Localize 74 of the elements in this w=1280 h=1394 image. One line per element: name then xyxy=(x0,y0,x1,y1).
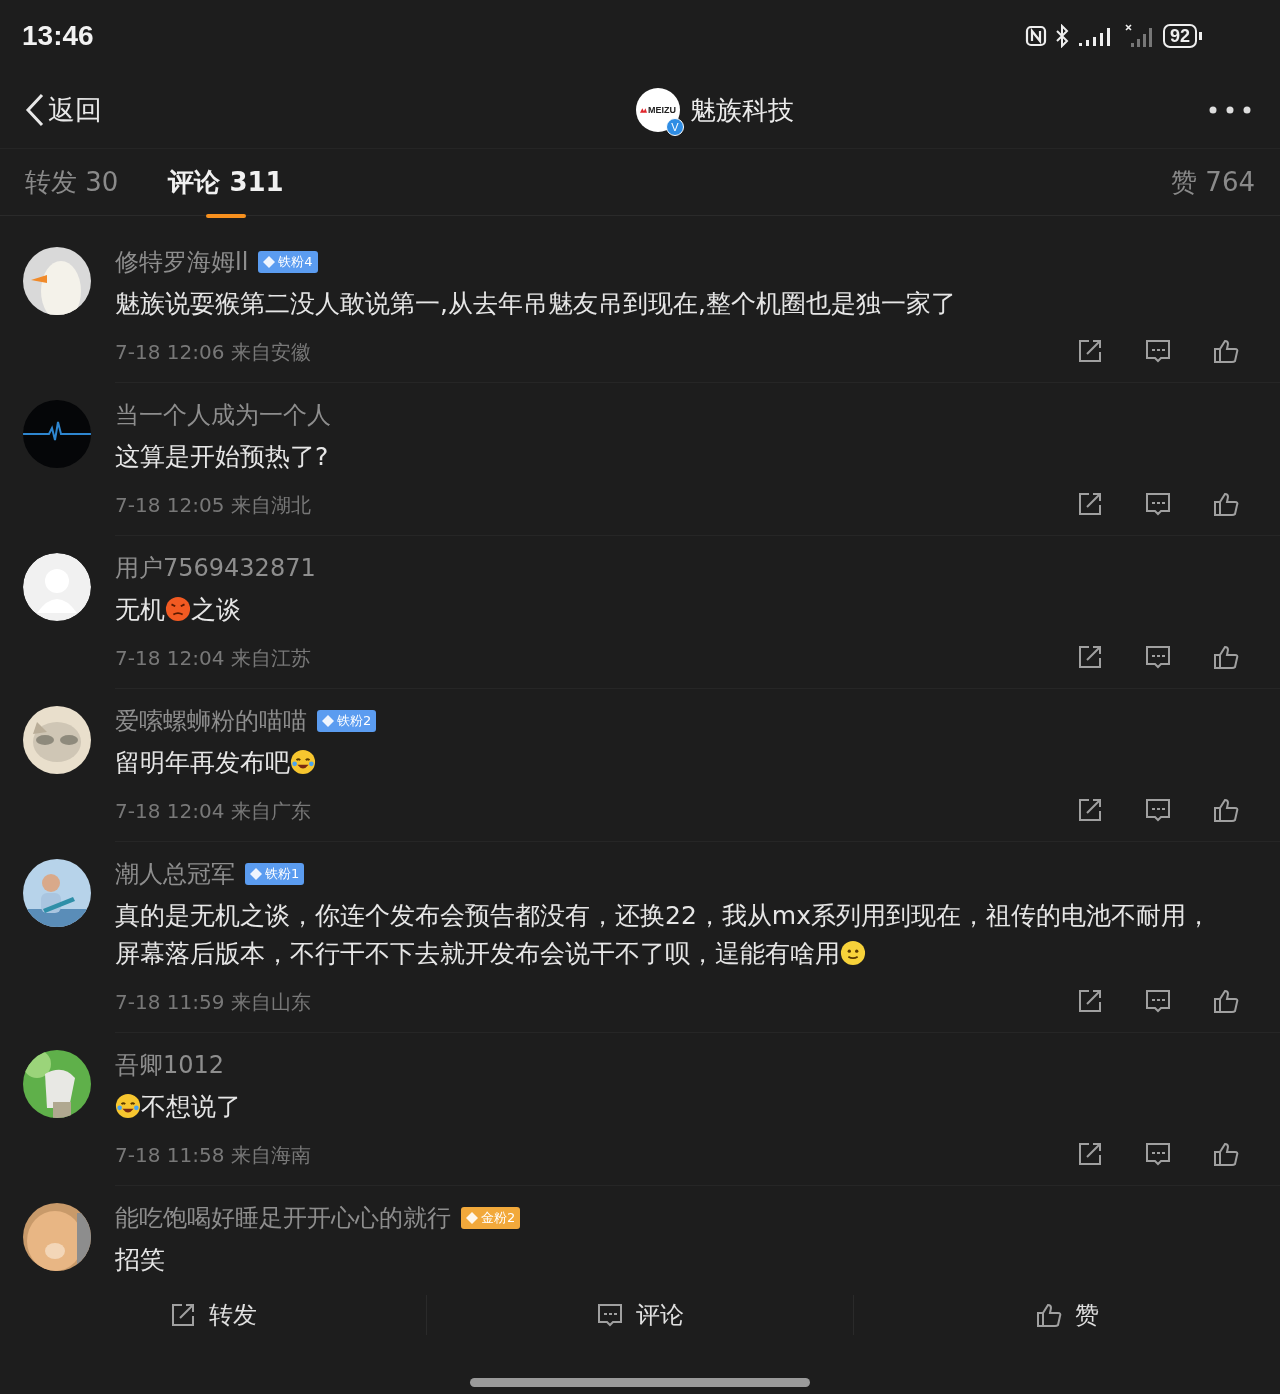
like-button[interactable]: 赞 xyxy=(853,1295,1280,1335)
comment-icon xyxy=(1144,337,1172,365)
active-tab-indicator xyxy=(206,213,246,218)
repost-icon xyxy=(1076,337,1104,365)
repost-icon xyxy=(1076,643,1104,671)
laughing-face-icon xyxy=(115,1093,141,1119)
diamond-icon xyxy=(263,256,276,268)
battery-tip-icon xyxy=(1199,32,1202,40)
comment-meta: 7-18 12:05 来自湖北 xyxy=(115,491,311,519)
laughing-face-icon xyxy=(290,749,316,775)
comment-button[interactable]: 评论 xyxy=(426,1295,853,1335)
tab[interactable]: 转发 30 xyxy=(25,158,119,206)
tab[interactable]: 赞 764 xyxy=(1171,158,1255,206)
comment-text: 不想说了 xyxy=(115,1088,1280,1126)
username[interactable]: 修特罗海姆ll xyxy=(115,246,249,278)
comment-text: 这算是开始预热了? xyxy=(115,441,330,473)
comment-icon xyxy=(1144,1140,1172,1168)
diamond-icon xyxy=(250,868,262,880)
thumbs-up-icon xyxy=(1212,1140,1240,1168)
thumbs-up-icon xyxy=(1035,1301,1063,1329)
thumbs-up-icon xyxy=(1212,987,1240,1015)
username[interactable]: 能吃饱喝好睡足开开心心的就行 xyxy=(115,1202,451,1234)
nfc-icon xyxy=(1024,25,1047,47)
username[interactable]: 潮人总冠军 xyxy=(115,858,235,890)
fan-badge: 铁粉1 xyxy=(245,863,305,885)
fan-badge: 铁粉2 xyxy=(317,710,377,732)
thumbs-up-icon xyxy=(1212,796,1240,824)
account-name: 魅族科技 xyxy=(690,93,794,127)
comment-text: 招笑 xyxy=(115,1244,166,1272)
default-avatar xyxy=(23,553,91,621)
username[interactable]: 吾卿1012 xyxy=(115,1049,225,1081)
comment-icon xyxy=(1144,490,1172,518)
diamond-icon xyxy=(466,1212,478,1224)
thumbs-up-icon xyxy=(1212,643,1240,671)
back-button[interactable]: 返回 xyxy=(24,92,102,128)
fan-badge: 铁粉4 xyxy=(258,251,318,273)
no-signal-icon xyxy=(1124,24,1155,48)
fan-badge: 金粉2 xyxy=(461,1207,521,1229)
comment-text: 留明年再发布吧 xyxy=(115,744,1280,782)
smiley-face-icon xyxy=(840,940,866,966)
repost-icon xyxy=(1076,796,1104,824)
thumbs-up-icon xyxy=(1212,490,1240,518)
comment-meta: 7-18 12:06 来自安徽 xyxy=(115,338,311,366)
comment-text: 魅族说耍猴第二没人敢说第一,从去年吊魅友吊到现在,整个机圈也是独一家了 xyxy=(115,288,957,320)
comment-icon xyxy=(596,1301,624,1329)
diamond-icon xyxy=(322,715,334,727)
comment-text: 真的是无机之谈，你连个发布会预告都没有，还换22，我从mx系列用到现在，祖传的电池不耐用，屏幕落后版本，不行干不下去就开发布会说干不了呗，逞能有啥用 xyxy=(115,900,1212,970)
battery-level: 92 xyxy=(1162,24,1197,48)
repost-icon xyxy=(1076,987,1104,1015)
tab[interactable]: 评论 311 xyxy=(168,158,284,206)
comment-meta: 7-18 12:04 来自江苏 xyxy=(115,644,311,672)
username[interactable]: 用户7569432871 xyxy=(115,552,316,584)
verified-badge: V xyxy=(666,118,684,136)
clock-time: 13:46 xyxy=(22,20,94,52)
thumbs-up-icon xyxy=(1212,337,1240,365)
more-icon[interactable] xyxy=(1208,105,1252,115)
comment-meta: 7-18 11:59 来自山东 xyxy=(115,988,311,1016)
comment-text: 无机 之谈 xyxy=(115,594,242,626)
username[interactable]: 当一个人成为一个人 xyxy=(115,399,331,431)
angry-face-icon xyxy=(165,596,191,622)
comment-icon xyxy=(1144,987,1172,1015)
bluetooth-icon xyxy=(1054,24,1069,48)
comment-icon xyxy=(1144,796,1172,824)
comment-meta: 7-18 12:04 来自广东 xyxy=(115,797,311,825)
username[interactable]: 爱嗦螺蛳粉的喵喵 xyxy=(115,705,307,737)
chevron-left-icon xyxy=(24,93,46,127)
repost-button[interactable]: 转发 xyxy=(0,1295,426,1335)
logo-text: MEIZU xyxy=(648,105,676,115)
comment-icon xyxy=(1144,643,1172,671)
repost-icon xyxy=(169,1301,197,1329)
repost-icon xyxy=(1076,1140,1104,1168)
logo-mark-icon xyxy=(640,107,647,113)
repost-icon xyxy=(1076,490,1104,518)
comment-meta: 7-18 11:58 来自海南 xyxy=(115,1141,311,1169)
